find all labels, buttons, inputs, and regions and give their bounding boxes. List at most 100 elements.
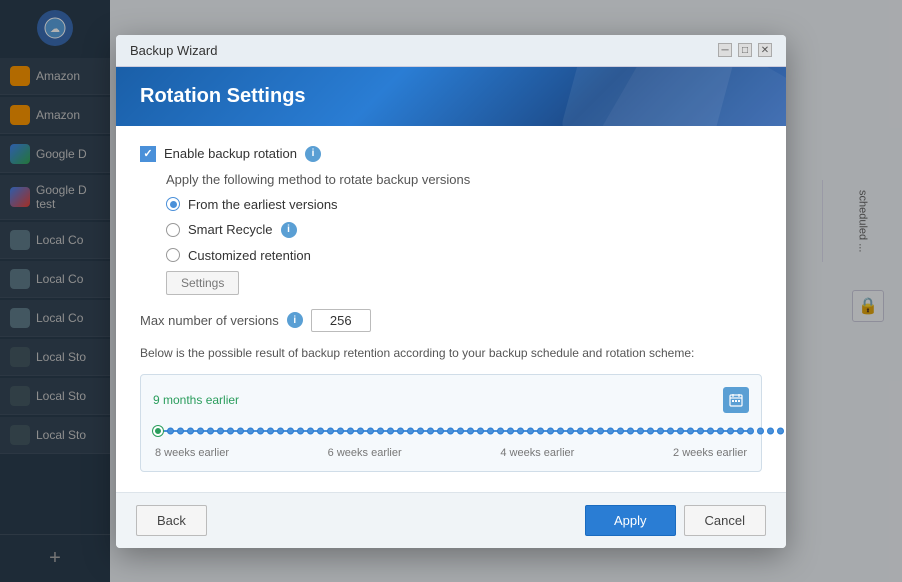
timeline-dot: [307, 427, 314, 434]
calendar-icon-button[interactable]: [723, 387, 749, 413]
timeline-dot: [257, 427, 264, 434]
radio-customized-retention-button[interactable]: [166, 248, 180, 262]
timeline-dot: [377, 427, 384, 434]
timeline-dot: [247, 427, 254, 434]
timeline-dot: [747, 427, 754, 434]
timeline-dot: [477, 427, 484, 434]
modal-title: Backup Wizard: [130, 43, 217, 58]
timeline-dot: [177, 427, 184, 434]
timeline-dot: [487, 427, 494, 434]
smart-recycle-info-icon[interactable]: i: [281, 222, 297, 238]
timeline-dot: [697, 427, 704, 434]
timeline-dot: [467, 427, 474, 434]
timeline-dot: [237, 427, 244, 434]
timeline-dot: [717, 427, 724, 434]
enable-rotation-row: Enable backup rotation i: [140, 146, 762, 162]
titlebar-controls: ─ □ ✕: [718, 43, 772, 57]
enable-rotation-label: Enable backup rotation: [164, 146, 297, 161]
radio-earliest-versions-button[interactable]: [166, 197, 180, 211]
timeline-dot: [647, 427, 654, 434]
timeline-dot: [737, 427, 744, 434]
modal-titlebar: Backup Wizard ─ □ ✕: [116, 35, 786, 67]
radio-customized-label: Customized retention: [188, 248, 311, 263]
result-description: Below is the possible result of backup r…: [140, 344, 762, 362]
timeline-dot: [287, 427, 294, 434]
timeline-dot: [677, 427, 684, 434]
radio-earliest-versions[interactable]: From the earliest versions: [166, 197, 762, 212]
timeline-dot: [267, 427, 274, 434]
timeline-dot: [557, 427, 564, 434]
timeline-dot: [447, 427, 454, 434]
modal-header-title: Rotation Settings: [140, 85, 762, 108]
timeline-dot: [517, 427, 524, 434]
timeline-dot: [777, 427, 784, 434]
timeline-track: [153, 421, 749, 441]
timeline-header: 9 months earlier: [153, 387, 749, 413]
timeline-dot: [167, 427, 174, 434]
modal-overlay: Backup Wizard ─ □ ✕ Rotation Settings En…: [0, 0, 902, 582]
max-versions-info-icon[interactable]: i: [287, 312, 303, 328]
radio-customized-retention[interactable]: Customized retention: [166, 248, 762, 263]
timeline-dot: [397, 427, 404, 434]
timeline-dot: [227, 427, 234, 434]
timeline-start-dot: [153, 426, 163, 436]
timeline-labels: 8 weeks earlier 6 weeks earlier 4 weeks …: [153, 447, 749, 459]
timeline-dot: [417, 427, 424, 434]
settings-button[interactable]: Settings: [166, 271, 239, 295]
timeline-dot: [387, 427, 394, 434]
max-versions-label: Max number of versions: [140, 313, 279, 328]
radio-earliest-label: From the earliest versions: [188, 197, 338, 212]
enable-rotation-checkbox[interactable]: [140, 146, 156, 162]
modal-footer: Back Apply Cancel: [116, 492, 786, 548]
timeline-container: 9 months earlier: [140, 374, 762, 472]
max-versions-input[interactable]: [311, 309, 371, 332]
minimize-button[interactable]: ─: [718, 43, 732, 57]
timeline-label-4w: 4 weeks earlier: [500, 447, 574, 459]
timeline-dot: [547, 427, 554, 434]
enable-rotation-info-icon[interactable]: i: [305, 146, 321, 162]
timeline-label-8w: 8 weeks earlier: [155, 447, 229, 459]
timeline-label-6w: 6 weeks earlier: [328, 447, 402, 459]
back-button[interactable]: Back: [136, 505, 207, 536]
close-button[interactable]: ✕: [758, 43, 772, 57]
timeline-dot: [587, 427, 594, 434]
maximize-button[interactable]: □: [738, 43, 752, 57]
timeline-dot: [367, 427, 374, 434]
timeline-dot: [567, 427, 574, 434]
method-label: Apply the following method to rotate bac…: [166, 172, 762, 187]
timeline-dot: [537, 427, 544, 434]
timeline-dot: [617, 427, 624, 434]
timeline-dot: [597, 427, 604, 434]
timeline-dot: [667, 427, 674, 434]
timeline-dot: [207, 427, 214, 434]
backup-wizard-modal: Backup Wizard ─ □ ✕ Rotation Settings En…: [116, 35, 786, 548]
timeline-dot: [577, 427, 584, 434]
timeline-label-2w: 2 weeks earlier: [673, 447, 747, 459]
timeline-dot: [707, 427, 714, 434]
modal-body: Enable backup rotation i Apply the follo…: [116, 126, 786, 492]
timeline-dot: [497, 427, 504, 434]
timeline-dot: [347, 427, 354, 434]
radio-smart-recycle[interactable]: Smart Recycle i: [166, 222, 762, 238]
apply-button[interactable]: Apply: [585, 505, 676, 536]
timeline-dot: [187, 427, 194, 434]
radio-smart-recycle-label: Smart Recycle: [188, 222, 273, 237]
timeline-dot: [627, 427, 634, 434]
timeline-dot: [437, 427, 444, 434]
timeline-dot: [457, 427, 464, 434]
timeline-dot: [757, 427, 764, 434]
footer-right: Apply Cancel: [585, 505, 766, 536]
rotation-method-radio-group: From the earliest versions Smart Recycle…: [166, 197, 762, 263]
timeline-dot: [407, 427, 414, 434]
timeline-dot: [657, 427, 664, 434]
timeline-dot: [357, 427, 364, 434]
timeline-dot: [687, 427, 694, 434]
timeline-dot: [607, 427, 614, 434]
cancel-button[interactable]: Cancel: [684, 505, 766, 536]
timeline-dot: [277, 427, 284, 434]
timeline-dot: [427, 427, 434, 434]
timeline-dots: [167, 427, 745, 434]
radio-smart-recycle-button[interactable]: [166, 223, 180, 237]
timeline-dot: [337, 427, 344, 434]
timeline-dot: [527, 427, 534, 434]
